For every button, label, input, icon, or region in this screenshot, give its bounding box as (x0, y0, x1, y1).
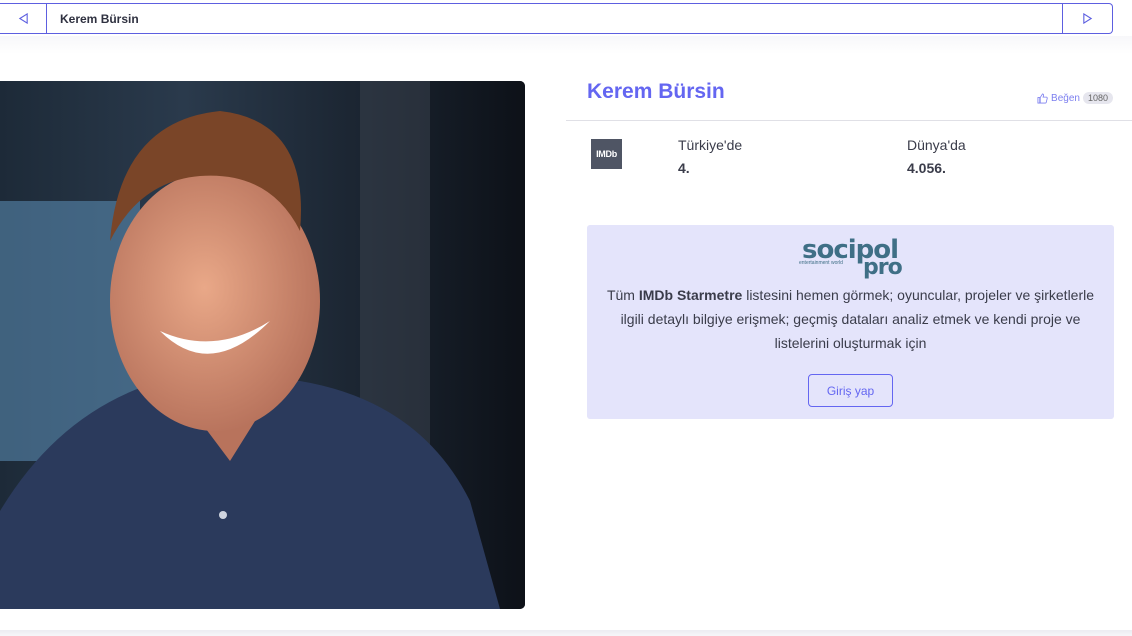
logo-tagline: entertainment world (799, 260, 843, 266)
turkey-rank-label: Türkiye'de (678, 137, 743, 153)
promo-description: Tüm IMDb Starmetre listesini hemen görme… (599, 283, 1102, 355)
world-rank-value: 4.056. (907, 160, 946, 176)
socipol-pro-logo: socipol entertainment world pro (799, 235, 909, 280)
thumbs-up-icon (1037, 92, 1048, 103)
header-shadow (0, 36, 1132, 54)
like-label: Beğen (1051, 92, 1080, 104)
chevron-left-icon (18, 13, 28, 24)
person-name: Kerem Bürsin (587, 80, 725, 103)
turkey-rank-value: 4. (678, 160, 690, 176)
next-button[interactable] (1062, 4, 1112, 33)
like-button[interactable]: Beğen 1080 (1037, 92, 1113, 104)
breadcrumb: Kerem Bürsin (60, 11, 139, 26)
login-button[interactable]: Giriş yap (808, 374, 893, 407)
imdb-logo: IMDb (591, 139, 622, 169)
divider (566, 120, 1132, 121)
top-nav-bar: Kerem Bürsin (0, 3, 1113, 34)
logo-pro: pro (863, 255, 903, 280)
world-rank-label: Dünya'da (907, 137, 966, 153)
bottom-border (0, 630, 1132, 636)
promo-text-start: Tüm (606, 287, 639, 303)
pro-promo-box: socipol entertainment world pro Tüm IMDb… (587, 225, 1114, 419)
portrait-image (0, 81, 525, 609)
chevron-right-icon (1083, 13, 1093, 24)
previous-button[interactable] (0, 4, 47, 33)
promo-text-highlight: IMDb Starmetre (638, 287, 743, 303)
profile-photo (0, 81, 525, 609)
like-count-badge: 1080 (1082, 92, 1113, 104)
